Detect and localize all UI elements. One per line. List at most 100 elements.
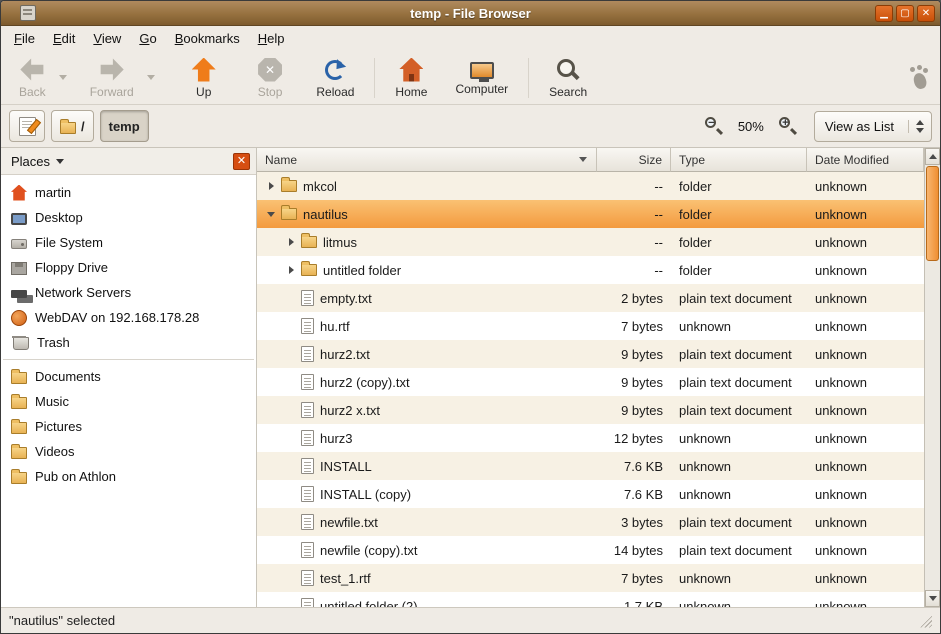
sidebar-item-music[interactable]: Music bbox=[1, 389, 256, 414]
folder-icon bbox=[11, 447, 27, 459]
home-icon bbox=[399, 58, 423, 82]
menu-edit[interactable]: Edit bbox=[44, 28, 84, 49]
sidebar-item-trash[interactable]: Trash bbox=[1, 330, 256, 355]
sidebar-close-icon[interactable]: ✕ bbox=[233, 153, 250, 170]
home-button[interactable]: Home bbox=[385, 55, 437, 101]
name-cell: INSTALL (copy) bbox=[257, 480, 597, 508]
file-type: unknown bbox=[671, 424, 807, 452]
sidebar-item-documents[interactable]: Documents bbox=[1, 364, 256, 389]
expander-collapsed-icon[interactable] bbox=[263, 182, 279, 190]
back-button[interactable]: Back bbox=[9, 55, 56, 101]
table-row[interactable]: hurz2 x.txt9 bytesplain text documentunk… bbox=[257, 396, 924, 424]
sidebar-item-pictures[interactable]: Pictures bbox=[1, 414, 256, 439]
sidebar-item-label: Pub on Athlon bbox=[35, 469, 116, 484]
sidebar-item-videos[interactable]: Videos bbox=[1, 439, 256, 464]
search-button[interactable]: Search bbox=[539, 55, 597, 101]
back-history-dropdown[interactable] bbox=[56, 75, 70, 80]
toolbar-separator bbox=[528, 58, 529, 98]
sidebar-item-label: Videos bbox=[35, 444, 75, 459]
zoom-out-button[interactable]: − bbox=[704, 116, 724, 136]
sidebar-item-label: Floppy Drive bbox=[35, 260, 108, 275]
column-header-size[interactable]: Size bbox=[597, 148, 671, 172]
sidebar-item-label: Music bbox=[35, 394, 69, 409]
toggle-location-entry-button[interactable] bbox=[9, 110, 45, 142]
minimize-button[interactable]: ▁ bbox=[875, 5, 893, 22]
maximize-button[interactable]: ▢ bbox=[896, 5, 914, 22]
table-row[interactable]: hurz312 bytesunknownunknown bbox=[257, 424, 924, 452]
file-type: folder bbox=[671, 172, 807, 200]
column-header-type[interactable]: Type bbox=[671, 148, 807, 172]
reload-button[interactable]: Reload bbox=[306, 55, 364, 101]
up-button[interactable]: Up bbox=[182, 55, 226, 101]
file-type: plain text document bbox=[671, 368, 807, 396]
file-icon bbox=[301, 290, 314, 306]
scroll-up-icon[interactable] bbox=[925, 148, 940, 165]
expander-collapsed-icon[interactable] bbox=[283, 238, 299, 246]
file-type: plain text document bbox=[671, 536, 807, 564]
table-row[interactable]: untitled folder--folderunknown bbox=[257, 256, 924, 284]
sidebar-item-martin[interactable]: martin bbox=[1, 180, 256, 205]
view-mode-select[interactable]: View as List bbox=[814, 111, 932, 142]
menu-bookmarks[interactable]: Bookmarks bbox=[166, 28, 249, 49]
table-row[interactable]: test_1.rtf7 bytesunknownunknown bbox=[257, 564, 924, 592]
path-button-root[interactable]: / bbox=[51, 110, 94, 142]
table-row[interactable]: hurz2 (copy).txt9 bytesplain text docume… bbox=[257, 368, 924, 396]
expander-expanded-icon[interactable] bbox=[263, 212, 279, 217]
file-size: 2 bytes bbox=[597, 284, 671, 312]
close-button[interactable]: ✕ bbox=[917, 5, 935, 22]
table-row[interactable]: hu.rtf7 bytesunknownunknown bbox=[257, 312, 924, 340]
sidebar-item-label: Pictures bbox=[35, 419, 82, 434]
sidebar-item-desktop[interactable]: Desktop bbox=[1, 205, 256, 230]
file-date-modified: unknown bbox=[807, 284, 924, 312]
expander-collapsed-icon[interactable] bbox=[283, 266, 299, 274]
column-header-date-modified[interactable]: Date Modified bbox=[807, 148, 924, 172]
name-cell: test_1.rtf bbox=[257, 564, 597, 592]
file-size: 7 bytes bbox=[597, 564, 671, 592]
back-label: Back bbox=[19, 85, 46, 99]
menu-go[interactable]: Go bbox=[130, 28, 165, 49]
table-row[interactable]: empty.txt2 bytesplain text documentunkno… bbox=[257, 284, 924, 312]
table-row[interactable]: hurz2.txt9 bytesplain text documentunkno… bbox=[257, 340, 924, 368]
sidebar-item-label: File System bbox=[35, 235, 103, 250]
computer-button[interactable]: Computer bbox=[445, 57, 518, 98]
forward-history-dropdown[interactable] bbox=[144, 75, 158, 80]
menu-view[interactable]: View bbox=[84, 28, 130, 49]
file-date-modified: unknown bbox=[807, 200, 924, 228]
file-type: plain text document bbox=[671, 508, 807, 536]
table-row[interactable]: untitled folder (2)1.7 KBunknownunknown bbox=[257, 592, 924, 607]
file-type: unknown bbox=[671, 480, 807, 508]
file-size: 1.7 KB bbox=[597, 592, 671, 607]
scroll-down-icon[interactable] bbox=[925, 590, 940, 607]
sidebar-item-file-system[interactable]: File System bbox=[1, 230, 256, 255]
stop-button[interactable]: ✕ Stop bbox=[248, 55, 293, 101]
menu-file[interactable]: File bbox=[5, 28, 44, 49]
sidebar-item-webdav-on-192-168-178-28[interactable]: WebDAV on 192.168.178.28 bbox=[1, 305, 256, 330]
table-row[interactable]: newfile (copy).txt14 bytesplain text doc… bbox=[257, 536, 924, 564]
sidebar-header: Places ✕ bbox=[1, 148, 256, 175]
sidebar-item-network-servers[interactable]: Network Servers bbox=[1, 280, 256, 305]
sidebar-item-floppy-drive[interactable]: Floppy Drive bbox=[1, 255, 256, 280]
sidebar-item-pub-on-athlon[interactable]: Pub on Athlon bbox=[1, 464, 256, 489]
file-icon bbox=[301, 430, 314, 446]
menu-help[interactable]: Help bbox=[249, 28, 294, 49]
folder-icon bbox=[281, 180, 297, 192]
sidebar-title-dropdown[interactable]: Places bbox=[11, 154, 64, 169]
resize-grip[interactable] bbox=[918, 614, 932, 628]
table-row[interactable]: litmus--folderunknown bbox=[257, 228, 924, 256]
table-row[interactable]: INSTALL (copy)7.6 KBunknownunknown bbox=[257, 480, 924, 508]
path-button-current[interactable]: temp bbox=[100, 110, 149, 142]
forward-button[interactable]: Forward bbox=[80, 55, 144, 101]
titlebar[interactable]: temp - File Browser ▁ ▢ ✕ bbox=[1, 1, 940, 26]
table-row[interactable]: newfile.txt3 bytesplain text documentunk… bbox=[257, 508, 924, 536]
file-date-modified: unknown bbox=[807, 312, 924, 340]
table-row[interactable]: mkcol--folderunknown bbox=[257, 172, 924, 200]
table-row[interactable]: INSTALL7.6 KBunknownunknown bbox=[257, 452, 924, 480]
file-date-modified: unknown bbox=[807, 424, 924, 452]
disk-icon bbox=[11, 239, 27, 249]
table-row[interactable]: nautilus--folderunknown bbox=[257, 200, 924, 228]
scrollbar-thumb[interactable] bbox=[926, 166, 939, 261]
vertical-scrollbar[interactable] bbox=[924, 148, 940, 607]
file-icon bbox=[301, 598, 314, 607]
column-header-name[interactable]: Name bbox=[257, 148, 597, 172]
zoom-in-button[interactable]: + bbox=[778, 116, 798, 136]
